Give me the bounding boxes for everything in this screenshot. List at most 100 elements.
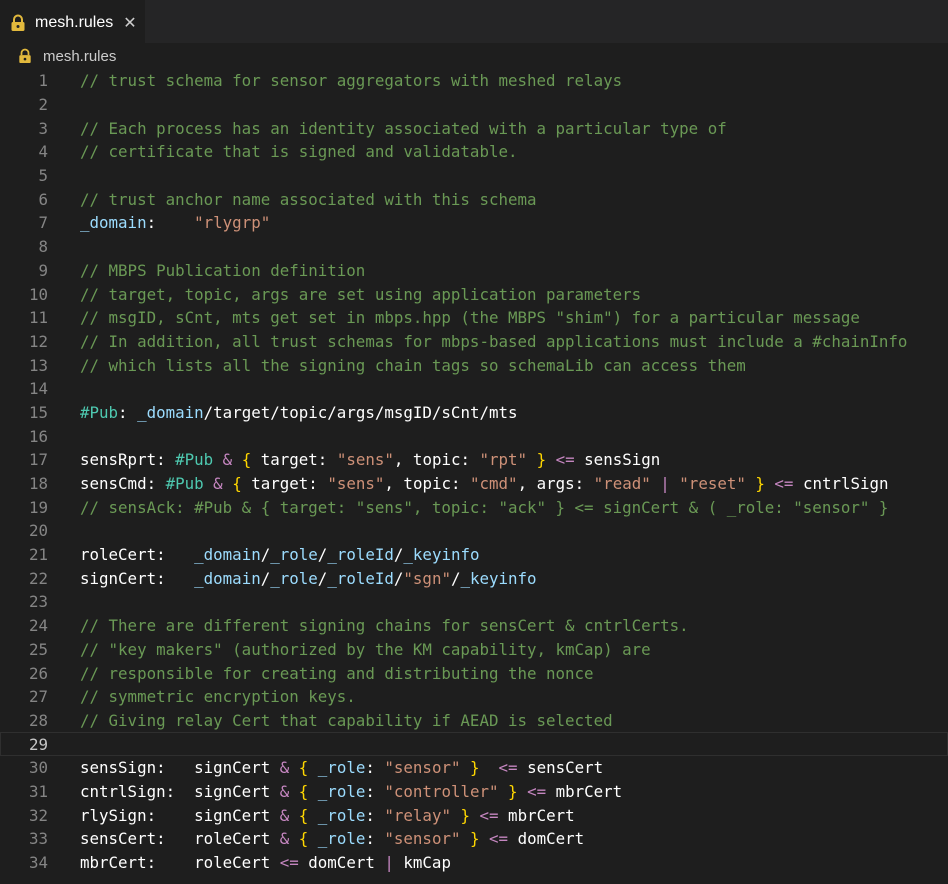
code-line[interactable]: 5 <box>0 164 948 188</box>
comment-token: // "key makers" (authorized by the KM ca… <box>80 639 651 659</box>
line-number: 22 <box>28 568 48 588</box>
close-icon[interactable]: ✕ <box>123 13 136 32</box>
line-number: 14 <box>28 379 48 399</box>
code-line[interactable]: 7 _domain: "rlygrp" <box>0 211 948 235</box>
string-token: "cmd" <box>470 474 518 494</box>
line-number: 15 <box>28 402 48 422</box>
line-content: sensCmd: #Pub & { target: "sens", topic:… <box>80 474 889 493</box>
code-line[interactable]: 17 sensRprt: #Pub & { target: "sens", top… <box>0 448 948 472</box>
code-line[interactable]: 21 roleCert: _domain/_role/_roleId/_keyin… <box>0 543 948 567</box>
code-line[interactable]: 11 // msgID, sCnt, mts get set in mbps.hp… <box>0 306 948 330</box>
operator-token: & <box>279 805 290 825</box>
line-number: 13 <box>28 355 48 375</box>
line-content: // certificate that is signed and valida… <box>80 142 517 161</box>
line-content: sensSign: signCert & { _role: "sensor" }… <box>80 758 603 777</box>
code-line[interactable]: 25 // "key makers" (authorized by the KM … <box>0 638 948 662</box>
code-line[interactable]: 19 // sensAck: #Pub & { target: "sens", t… <box>0 495 948 519</box>
operator-token: <= <box>489 829 509 849</box>
code-line[interactable]: 28 // Giving relay Cert that capability i… <box>0 709 948 733</box>
code-line[interactable]: 18 sensCmd: #Pub & { target: "sens", topi… <box>0 472 948 496</box>
line-number: 8 <box>38 237 48 257</box>
code-line[interactable]: 16 <box>0 424 948 448</box>
line-number: 1 <box>38 71 48 91</box>
variable-token: _domain <box>80 213 147 233</box>
string-token: "sens" <box>327 474 385 494</box>
line-number: 25 <box>28 639 48 659</box>
line-content: #Pub: _domain/target/topic/args/msgID/sC… <box>80 403 518 422</box>
hash-token: #Pub <box>165 474 204 494</box>
variable-token: _role <box>317 781 366 801</box>
code-line[interactable]: 33 sensCert: roleCert & { _role: "sensor"… <box>0 827 948 851</box>
variable-token: _domain <box>137 402 204 422</box>
code-line[interactable]: 31 cntrlSign: signCert & { _role: "contro… <box>0 780 948 804</box>
line-content: mbrCert: roleCert <= domCert | kmCap <box>80 853 451 872</box>
line-content: // In addition, all trust schemas for mb… <box>80 332 907 351</box>
line-number: 2 <box>38 95 48 115</box>
code-line[interactable]: 26 // responsible for creating and distri… <box>0 661 948 685</box>
variable-token: _keyinfo <box>403 545 480 565</box>
string-token: "rpt" <box>479 450 528 470</box>
brace-token: { <box>232 474 242 494</box>
line-number: 6 <box>38 189 48 209</box>
code-line[interactable]: 12 // In addition, all trust schemas for … <box>0 330 948 354</box>
code-line[interactable]: 20 <box>0 519 948 543</box>
line-content: // symmetric encryption keys. <box>80 687 356 706</box>
code-line[interactable]: 22 signCert: _domain/_role/_roleId/"sgn"/… <box>0 566 948 590</box>
code-line[interactable]: 32 rlySign: signCert & { _role: "relay" }… <box>0 803 948 827</box>
line-content: cntrlSign: signCert & { _role: "controll… <box>80 782 622 801</box>
code-line[interactable]: 15 #Pub: _domain/target/topic/args/msgID/… <box>0 401 948 425</box>
code-line[interactable]: 14 <box>0 377 948 401</box>
code-editor[interactable]: 1 // trust schema for sensor aggregators … <box>0 69 948 874</box>
tab-label: mesh.rules <box>35 13 114 31</box>
operator-token: & <box>279 758 290 778</box>
line-number: 31 <box>28 781 48 801</box>
code-line[interactable]: 3 // Each process has an identity associa… <box>0 116 948 140</box>
line-content: roleCert: _domain/_role/_roleId/_keyinfo <box>80 545 480 564</box>
code-line[interactable]: 2 <box>0 93 948 117</box>
variable-token: _role <box>317 805 366 825</box>
code-line[interactable]: 24 // There are different signing chains … <box>0 614 948 638</box>
line-content: // Each process has an identity associat… <box>80 119 727 138</box>
operator-token: <= <box>527 781 547 801</box>
line-number: 7 <box>38 213 48 233</box>
code-line[interactable]: 6 // trust anchor name associated with th… <box>0 187 948 211</box>
line-content: sensCert: roleCert & { _role: "sensor" }… <box>80 829 584 848</box>
comment-token: // Each process has an identity associat… <box>80 118 727 138</box>
code-token: sensCert <box>517 758 604 778</box>
code-line[interactable]: 34 mbrCert: roleCert <= domCert | kmCap <box>0 851 948 875</box>
code-token: / <box>260 568 271 588</box>
code-token: : <box>146 213 195 233</box>
comment-token: // symmetric encryption keys. <box>80 687 356 707</box>
comment-token: // target, topic, args are set using app… <box>80 284 642 304</box>
code-line[interactable]: 29 <box>0 732 948 756</box>
brace-token: } <box>755 474 765 494</box>
code-line[interactable]: 4 // certificate that is signed and valid… <box>0 140 948 164</box>
breadcrumb-file[interactable]: mesh.rules <box>43 48 116 65</box>
code-line[interactable]: 30 sensSign: signCert & { _role: "sensor"… <box>0 756 948 780</box>
string-token: "reset" <box>679 474 746 494</box>
code-token: : <box>118 402 138 422</box>
operator-token: & <box>279 829 290 849</box>
code-line[interactable]: 9 // MBPS Publication definition <box>0 259 948 283</box>
line-content: signCert: _domain/_role/_roleId/"sgn"/_k… <box>80 569 537 588</box>
code-line[interactable]: 10 // target, topic, args are set using a… <box>0 282 948 306</box>
code-line[interactable]: 27 // symmetric encryption keys. <box>0 685 948 709</box>
code-line[interactable]: 13 // which lists all the signing chain t… <box>0 353 948 377</box>
operator-token: | <box>660 474 670 494</box>
code-token: , topic: <box>384 474 471 494</box>
code-line[interactable]: 23 <box>0 590 948 614</box>
tab-mesh-rules[interactable]: mesh.rules ✕ <box>0 0 145 44</box>
code-line[interactable]: 1 // trust schema for sensor aggregators … <box>0 69 948 93</box>
code-token: : <box>365 781 385 801</box>
code-line[interactable]: 8 <box>0 235 948 259</box>
